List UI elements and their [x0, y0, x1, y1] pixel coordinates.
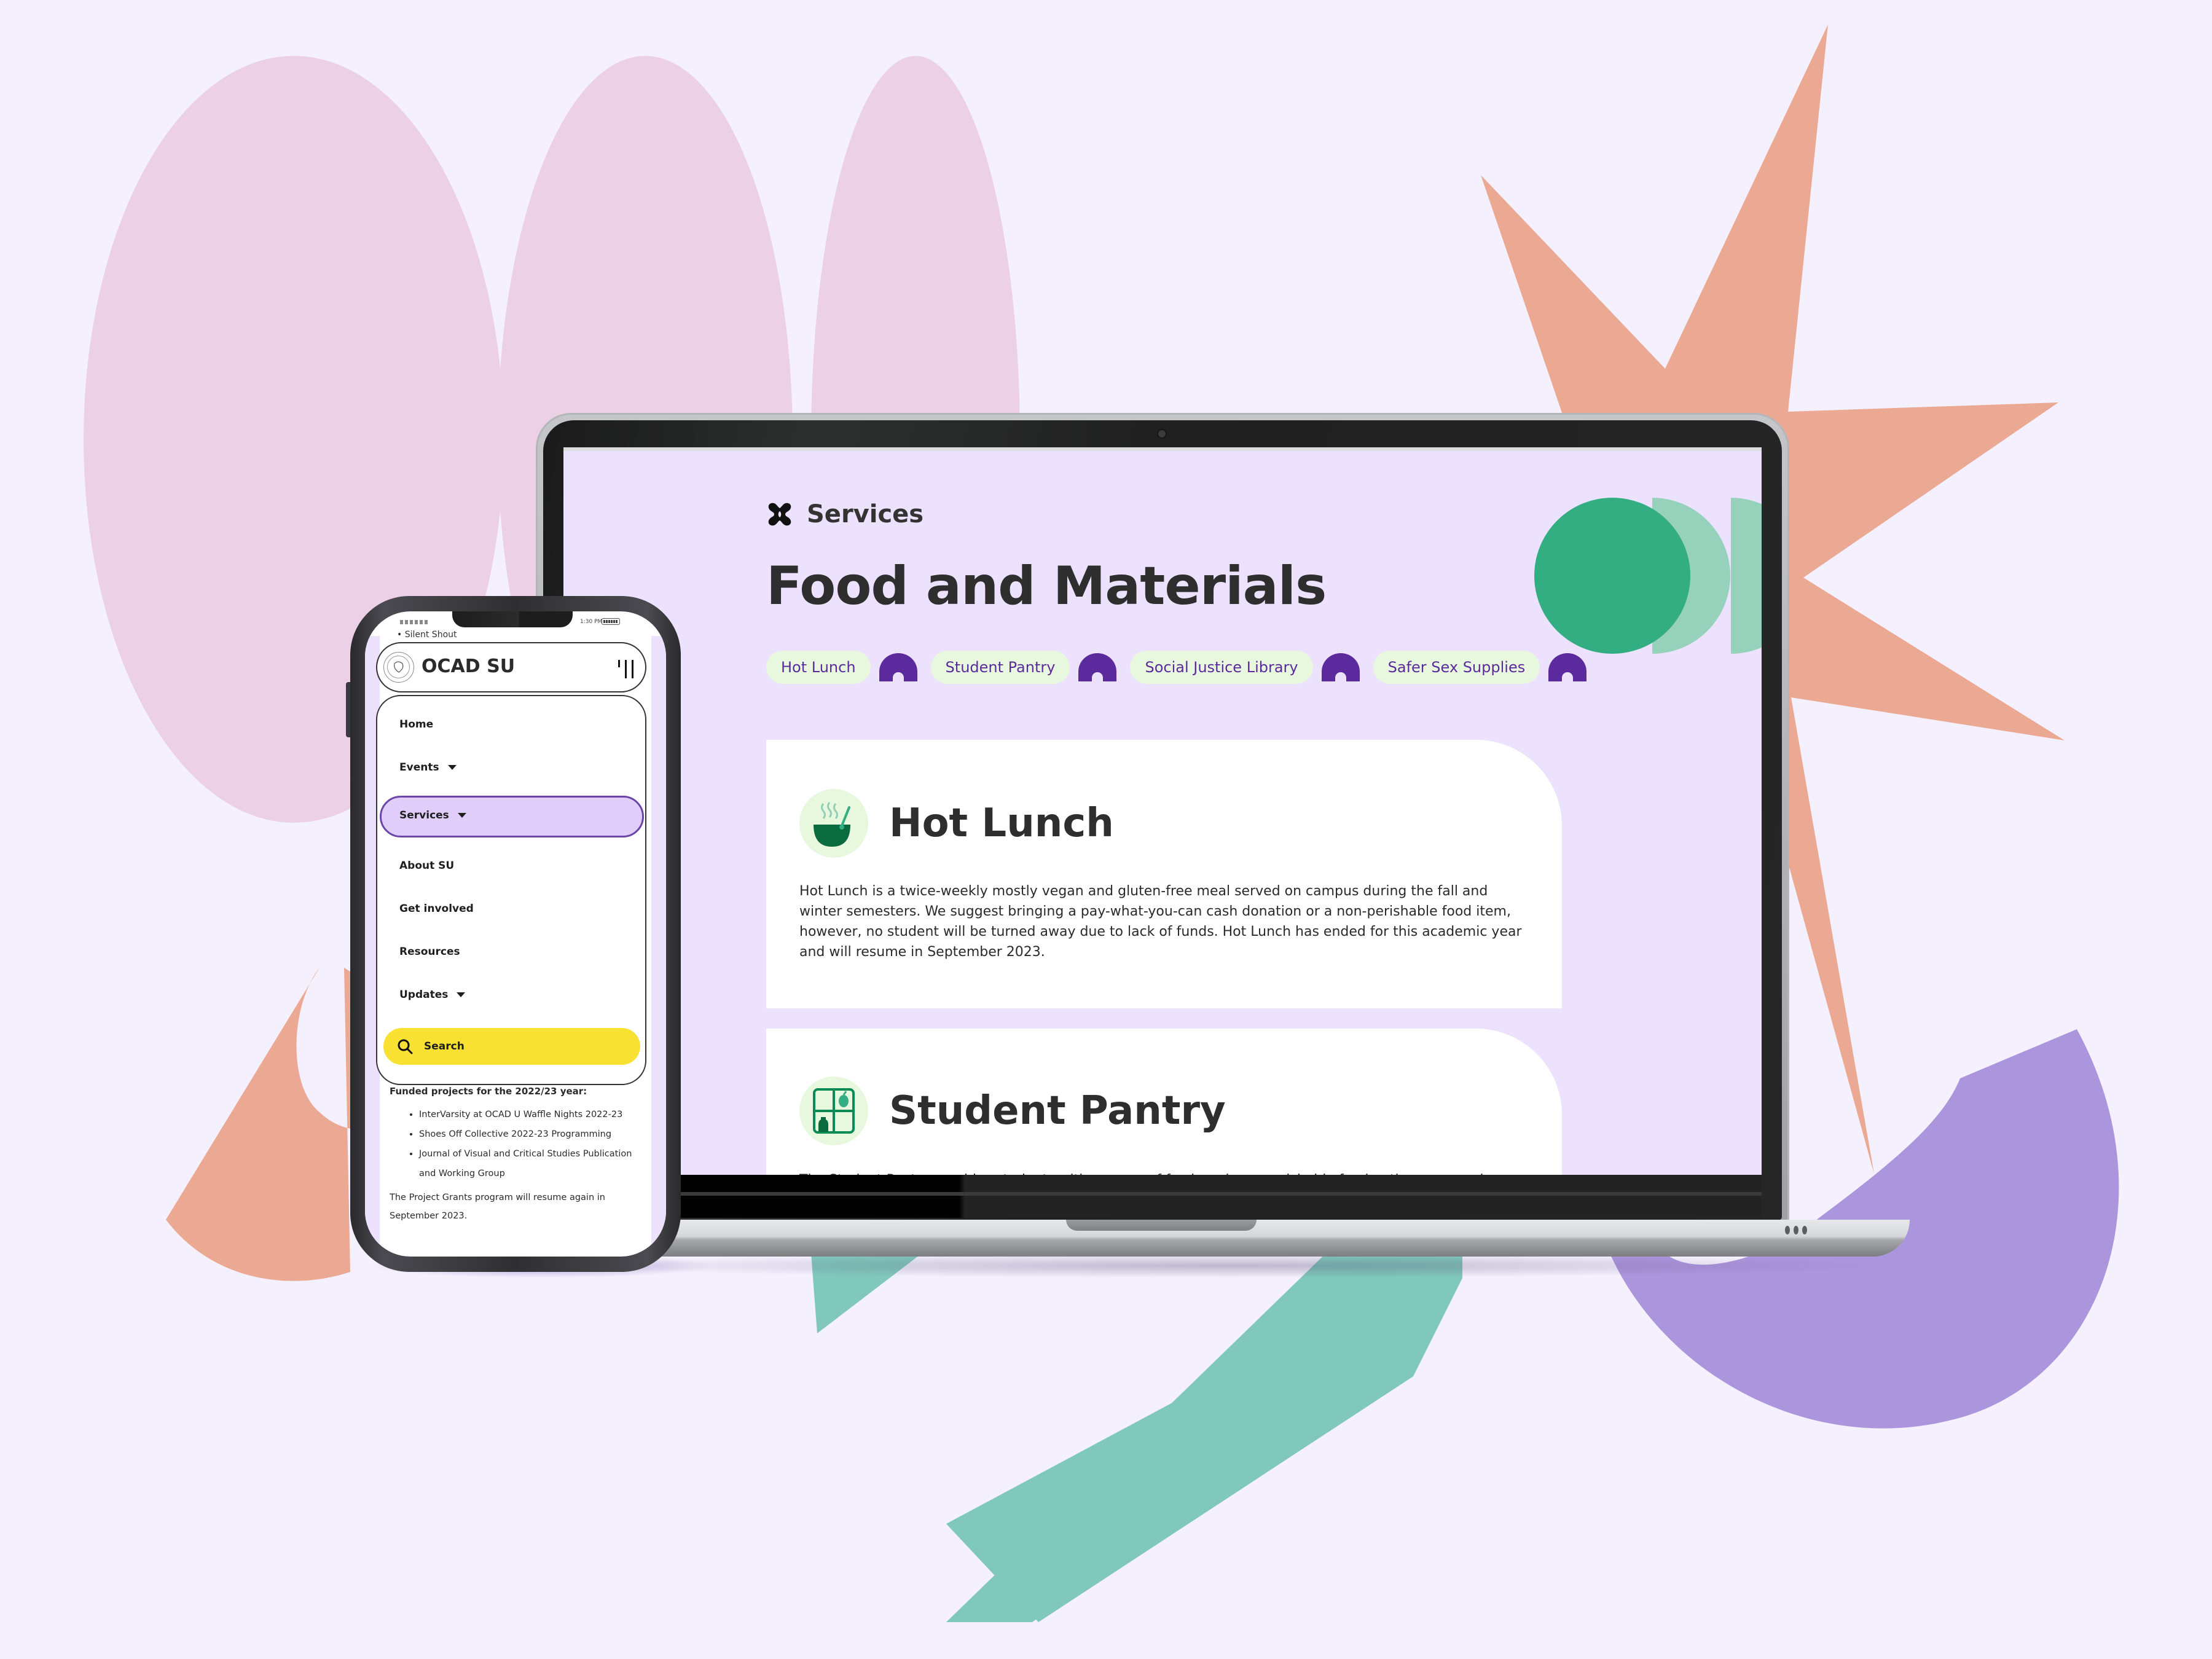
laptop-screen: Services Food and Materials Hot Lunch St…	[563, 447, 1762, 1175]
phone-screen: 1:30 PM • Silent Shout OCAD SU Home Even…	[365, 611, 666, 1257]
arch-icon	[1548, 653, 1587, 681]
card-description: Hot Lunch is a twice-weekly mostly vegan…	[799, 884, 1522, 960]
list-item: Journal of Visual and Critical Studies P…	[419, 1144, 648, 1183]
nav-item-updates[interactable]: Updates	[399, 989, 466, 1001]
mobile-nav-menu: Home Events Services About SU Get involv…	[376, 695, 646, 1085]
search-icon	[398, 1039, 413, 1054]
ocad-su-logo[interactable]	[383, 652, 414, 683]
card-header: Hot Lunch	[799, 789, 1114, 858]
tag-student-pantry[interactable]: Student Pantry	[930, 651, 1070, 684]
nav-item-about-su[interactable]: About SU	[399, 860, 454, 872]
mobile-header: OCAD SU	[376, 642, 646, 692]
nav-item-resources[interactable]: Resources	[399, 946, 460, 958]
caret-down-icon	[457, 813, 466, 818]
phone-page-margin-right	[651, 636, 666, 1257]
tag-hot-lunch[interactable]: Hot Lunch	[766, 651, 871, 684]
caret-down-icon	[457, 992, 466, 997]
nav-label: Updates	[399, 989, 449, 1001]
arch-icon	[1321, 653, 1360, 681]
card-header: Student Pantry	[799, 1077, 1226, 1145]
service-card-student-pantry: Student Pantry The Student Pantry provid…	[766, 1029, 1562, 1175]
page-title: Food and Materials	[766, 555, 1327, 617]
breadcrumb[interactable]: Services	[766, 500, 924, 528]
tag-social-justice-library[interactable]: Social Justice Library	[1130, 651, 1313, 684]
battery-icon	[602, 618, 620, 625]
search-button[interactable]: Search	[383, 1028, 640, 1065]
nav-label: Get involved	[399, 903, 474, 915]
laptop-shadow	[553, 1253, 1905, 1278]
arch-icon	[1078, 653, 1117, 681]
caret-down-icon	[447, 765, 457, 770]
laptop-indicator-lights	[1785, 1225, 1811, 1237]
scrolled-list-item: • Silent Shout	[397, 630, 457, 640]
tag-safer-sex-supplies[interactable]: Safer Sex Supplies	[1373, 651, 1540, 684]
nav-item-services[interactable]: Services	[399, 809, 466, 822]
nav-item-events[interactable]: Events	[399, 761, 457, 774]
phone-notch	[452, 611, 573, 627]
nav-label: Services	[399, 809, 449, 822]
menu-toggle-icon[interactable]	[617, 659, 635, 680]
search-label: Search	[424, 1040, 465, 1053]
content-heading: Funded projects for the 2022/23 year:	[390, 1086, 587, 1097]
phone-page-content: Funded projects for the 2022/23 year: In…	[390, 1081, 648, 1225]
services-flower-icon	[768, 503, 791, 526]
nav-label: Events	[399, 761, 439, 774]
brand-name[interactable]: OCAD SU	[422, 656, 515, 677]
breadcrumb-label: Services	[807, 500, 924, 528]
laptop-opening-notch	[1066, 1220, 1257, 1231]
nav-item-home[interactable]: Home	[399, 718, 433, 731]
signal-icon	[400, 620, 428, 624]
service-card-hot-lunch: Hot Lunch Hot Lunch is a twice-weekly mo…	[766, 740, 1562, 1008]
list-item: Shoes Off Collective 2022-23 Programming	[419, 1124, 648, 1144]
pantry-shelf-icon	[799, 1077, 868, 1145]
tag-list: Hot Lunch Student Pantry Social Justice …	[766, 651, 1600, 684]
nav-label: Home	[399, 718, 434, 731]
webcam-icon	[1158, 430, 1166, 437]
nav-label: About SU	[399, 860, 455, 872]
teal-bar-main	[946, 1247, 1462, 1622]
nav-label: Resources	[399, 946, 460, 958]
card-title: Student Pantry	[889, 1088, 1226, 1134]
scrolled-text: Silent Shout	[404, 630, 457, 640]
arch-icon	[879, 653, 917, 681]
card-description: The Student Pantry provides students wit…	[799, 1170, 1531, 1175]
list-item: InterVarsity at OCAD U Waffle Nights 202…	[419, 1105, 648, 1124]
card-title: Hot Lunch	[889, 801, 1114, 846]
decor-circle	[1534, 498, 1690, 654]
content-footer: The Project Grants program will resume a…	[390, 1193, 605, 1221]
decor-half-circle-2	[1731, 498, 1762, 654]
soup-bowl-icon	[799, 789, 868, 858]
laptop-screen-chin	[563, 1175, 1762, 1218]
funded-projects-list: InterVarsity at OCAD U Waffle Nights 202…	[390, 1105, 648, 1183]
nav-item-get-involved[interactable]: Get involved	[399, 903, 474, 915]
status-time: 1:30 PM	[580, 619, 603, 625]
